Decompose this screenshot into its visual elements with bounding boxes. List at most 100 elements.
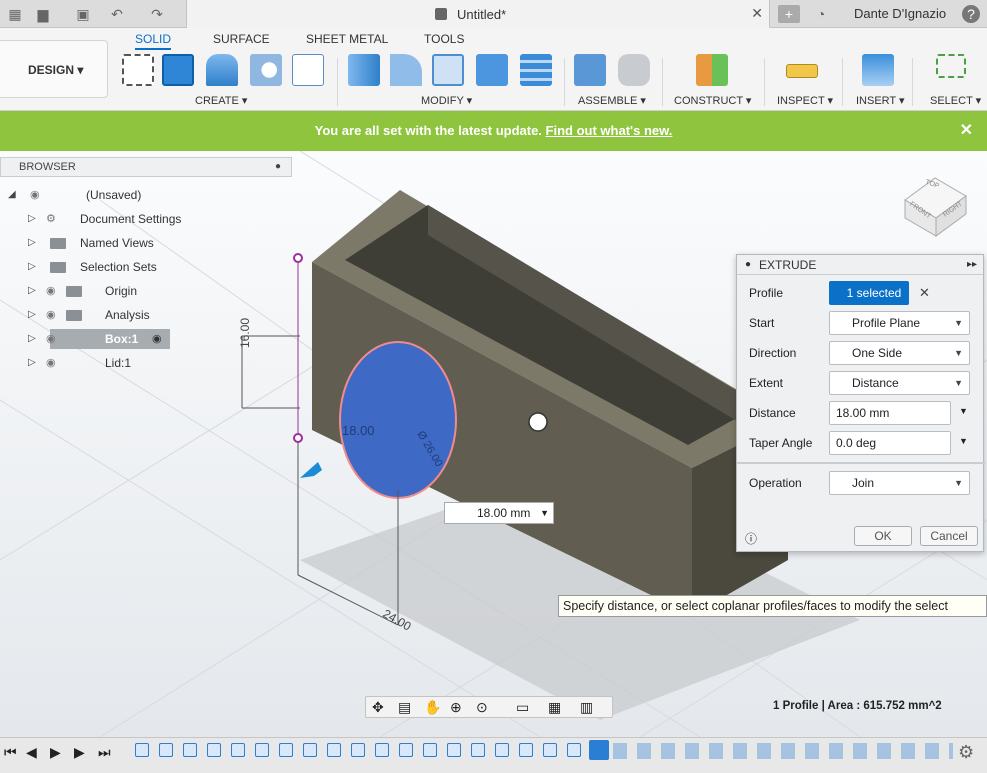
tab-solid[interactable]: SOLID xyxy=(135,32,172,50)
create-sketch-icon[interactable] xyxy=(122,54,154,86)
timeline-feature[interactable] xyxy=(447,743,461,757)
shell-icon[interactable] xyxy=(432,54,464,86)
timeline-feature[interactable] xyxy=(207,743,221,757)
timeline-feature[interactable] xyxy=(423,743,437,757)
group-inspect[interactable]: INSPECT ▾ xyxy=(777,94,833,107)
display-settings-icon[interactable]: ▭ xyxy=(516,699,529,716)
timeline-feature[interactable] xyxy=(303,743,317,757)
press-pull-icon[interactable] xyxy=(348,54,380,86)
scale-icon[interactable] xyxy=(520,54,552,86)
fillet-icon[interactable] xyxy=(390,54,422,86)
step-forward-icon[interactable]: ▶ xyxy=(74,744,85,761)
user-name[interactable]: Dante D'Ignazio xyxy=(854,6,946,21)
new-component-icon[interactable] xyxy=(574,54,606,86)
measure-icon[interactable] xyxy=(786,64,818,78)
chevron-down-icon[interactable]: ▼ xyxy=(540,503,549,523)
new-tab-icon[interactable]: + xyxy=(778,5,800,23)
timeline-feature[interactable] xyxy=(375,743,389,757)
eye-icon[interactable]: ◉ xyxy=(46,281,62,301)
timeline-feature[interactable] xyxy=(231,743,245,757)
timeline-feature[interactable] xyxy=(543,743,557,757)
timeline-settings-icon[interactable]: ⚙ xyxy=(958,742,974,763)
timeline-feature[interactable] xyxy=(135,743,149,757)
select-icon[interactable] xyxy=(936,54,966,78)
cancel-button[interactable]: Cancel xyxy=(920,526,978,546)
step-back-icon[interactable]: ◀ xyxy=(26,744,37,761)
eye-icon[interactable]: ◉ xyxy=(46,353,62,373)
zoom-icon[interactable]: ⊕ xyxy=(450,699,462,716)
offset-plane-icon[interactable] xyxy=(696,54,728,86)
timeline-feature[interactable] xyxy=(351,743,365,757)
distance-input[interactable]: 18.00 mm ▼ xyxy=(444,502,554,524)
insert-image-icon[interactable] xyxy=(862,54,894,86)
axis-end-point[interactable] xyxy=(293,253,303,263)
hole-icon[interactable] xyxy=(250,54,282,86)
grid-menu-icon[interactable]: ▦ xyxy=(6,5,24,23)
group-create[interactable]: CREATE ▾ xyxy=(195,94,247,107)
extrude-icon[interactable] xyxy=(162,54,194,86)
job-status-icon[interactable]: ◔ xyxy=(812,5,830,23)
undo-icon[interactable]: ↶ xyxy=(108,5,126,23)
timeline-feature[interactable] xyxy=(327,743,341,757)
timeline-feature[interactable] xyxy=(399,743,413,757)
play-icon[interactable]: ▶ xyxy=(50,744,61,761)
tab-sheet-metal[interactable]: SHEET METAL xyxy=(306,32,388,46)
collapse-dialog-icon[interactable]: ● xyxy=(745,255,751,275)
document-tab[interactable]: Untitled* ✕ xyxy=(186,0,770,28)
axis-start-point[interactable] xyxy=(293,433,303,443)
group-select[interactable]: SELECT ▾ xyxy=(930,94,981,107)
go-to-start-icon[interactable]: ⏮ xyxy=(4,744,17,761)
collapse-browser-icon[interactable]: ● xyxy=(275,158,281,176)
eye-icon[interactable]: ◉ xyxy=(46,329,62,349)
help-icon[interactable]: ? xyxy=(962,5,980,23)
timeline-feature[interactable] xyxy=(471,743,485,757)
whats-new-link[interactable]: Find out what's new. xyxy=(546,123,673,138)
timeline-feature[interactable] xyxy=(495,743,509,757)
look-at-icon[interactable]: ▤ xyxy=(398,699,411,716)
group-insert[interactable]: INSERT ▾ xyxy=(856,94,905,107)
grid-settings-icon[interactable]: ▦ xyxy=(548,699,561,716)
info-icon[interactable]: ⓘ xyxy=(745,530,757,547)
start-select[interactable]: Profile Plane ▼ xyxy=(829,311,970,335)
distance-manipulator-arrow[interactable] xyxy=(300,462,322,478)
tab-surface[interactable]: SURFACE xyxy=(213,32,270,46)
chevron-down-icon[interactable]: ▼ xyxy=(959,436,968,446)
clear-selection-icon[interactable]: ✕ xyxy=(919,285,930,301)
chevron-down-icon[interactable]: ▼ xyxy=(959,406,968,416)
activate-component-icon[interactable]: ◉ xyxy=(152,329,162,349)
timeline-feature[interactable] xyxy=(183,743,197,757)
file-menu-icon[interactable]: ▆ xyxy=(34,5,52,23)
profile-selector[interactable]: 1 selected xyxy=(829,281,909,305)
viewports-icon[interactable]: ▥ xyxy=(580,699,593,716)
fit-icon[interactable]: ⊙ xyxy=(476,699,488,716)
pan-icon[interactable]: ✋ xyxy=(424,699,441,716)
timeline-feature[interactable] xyxy=(255,743,269,757)
group-modify[interactable]: MODIFY ▾ xyxy=(421,94,472,107)
browser-item-box[interactable]: ▷ ◉ Box:1 ◉ xyxy=(28,329,170,349)
taper-field[interactable]: 0.0 deg xyxy=(829,431,951,455)
timeline-feature[interactable] xyxy=(279,743,293,757)
expand-dialog-icon[interactable]: ▸▸ xyxy=(967,255,977,275)
close-tab-icon[interactable]: ✕ xyxy=(751,5,763,22)
workspace-switcher[interactable]: DESIGN ▾ xyxy=(0,40,108,98)
direction-select[interactable]: One Side ▼ xyxy=(829,341,970,365)
eye-icon[interactable]: ◉ xyxy=(46,305,62,325)
group-construct[interactable]: CONSTRUCT ▾ xyxy=(674,94,751,107)
joint-icon[interactable] xyxy=(618,54,650,86)
extent-select[interactable]: Distance ▼ xyxy=(829,371,970,395)
redo-icon[interactable]: ↷ xyxy=(148,5,166,23)
dim-offset-label[interactable]: 18.00 xyxy=(342,423,375,438)
timeline-active-feature[interactable] xyxy=(589,740,609,760)
timeline-suppressed-features[interactable] xyxy=(613,743,953,759)
timeline-feature[interactable] xyxy=(519,743,533,757)
save-icon[interactable]: ▣ xyxy=(74,5,92,23)
group-assemble[interactable]: ASSEMBLE ▾ xyxy=(578,94,646,107)
orbit-icon[interactable]: ✥ xyxy=(372,699,384,716)
ok-button[interactable]: OK xyxy=(854,526,912,546)
go-to-end-icon[interactable]: ⏭ xyxy=(98,744,111,761)
timeline-feature[interactable] xyxy=(567,743,581,757)
close-banner-icon[interactable]: ✕ xyxy=(960,111,973,151)
eye-icon[interactable]: ◉ xyxy=(30,185,46,205)
selected-profile[interactable] xyxy=(339,341,457,499)
distance-field[interactable]: 18.00 mm xyxy=(829,401,951,425)
